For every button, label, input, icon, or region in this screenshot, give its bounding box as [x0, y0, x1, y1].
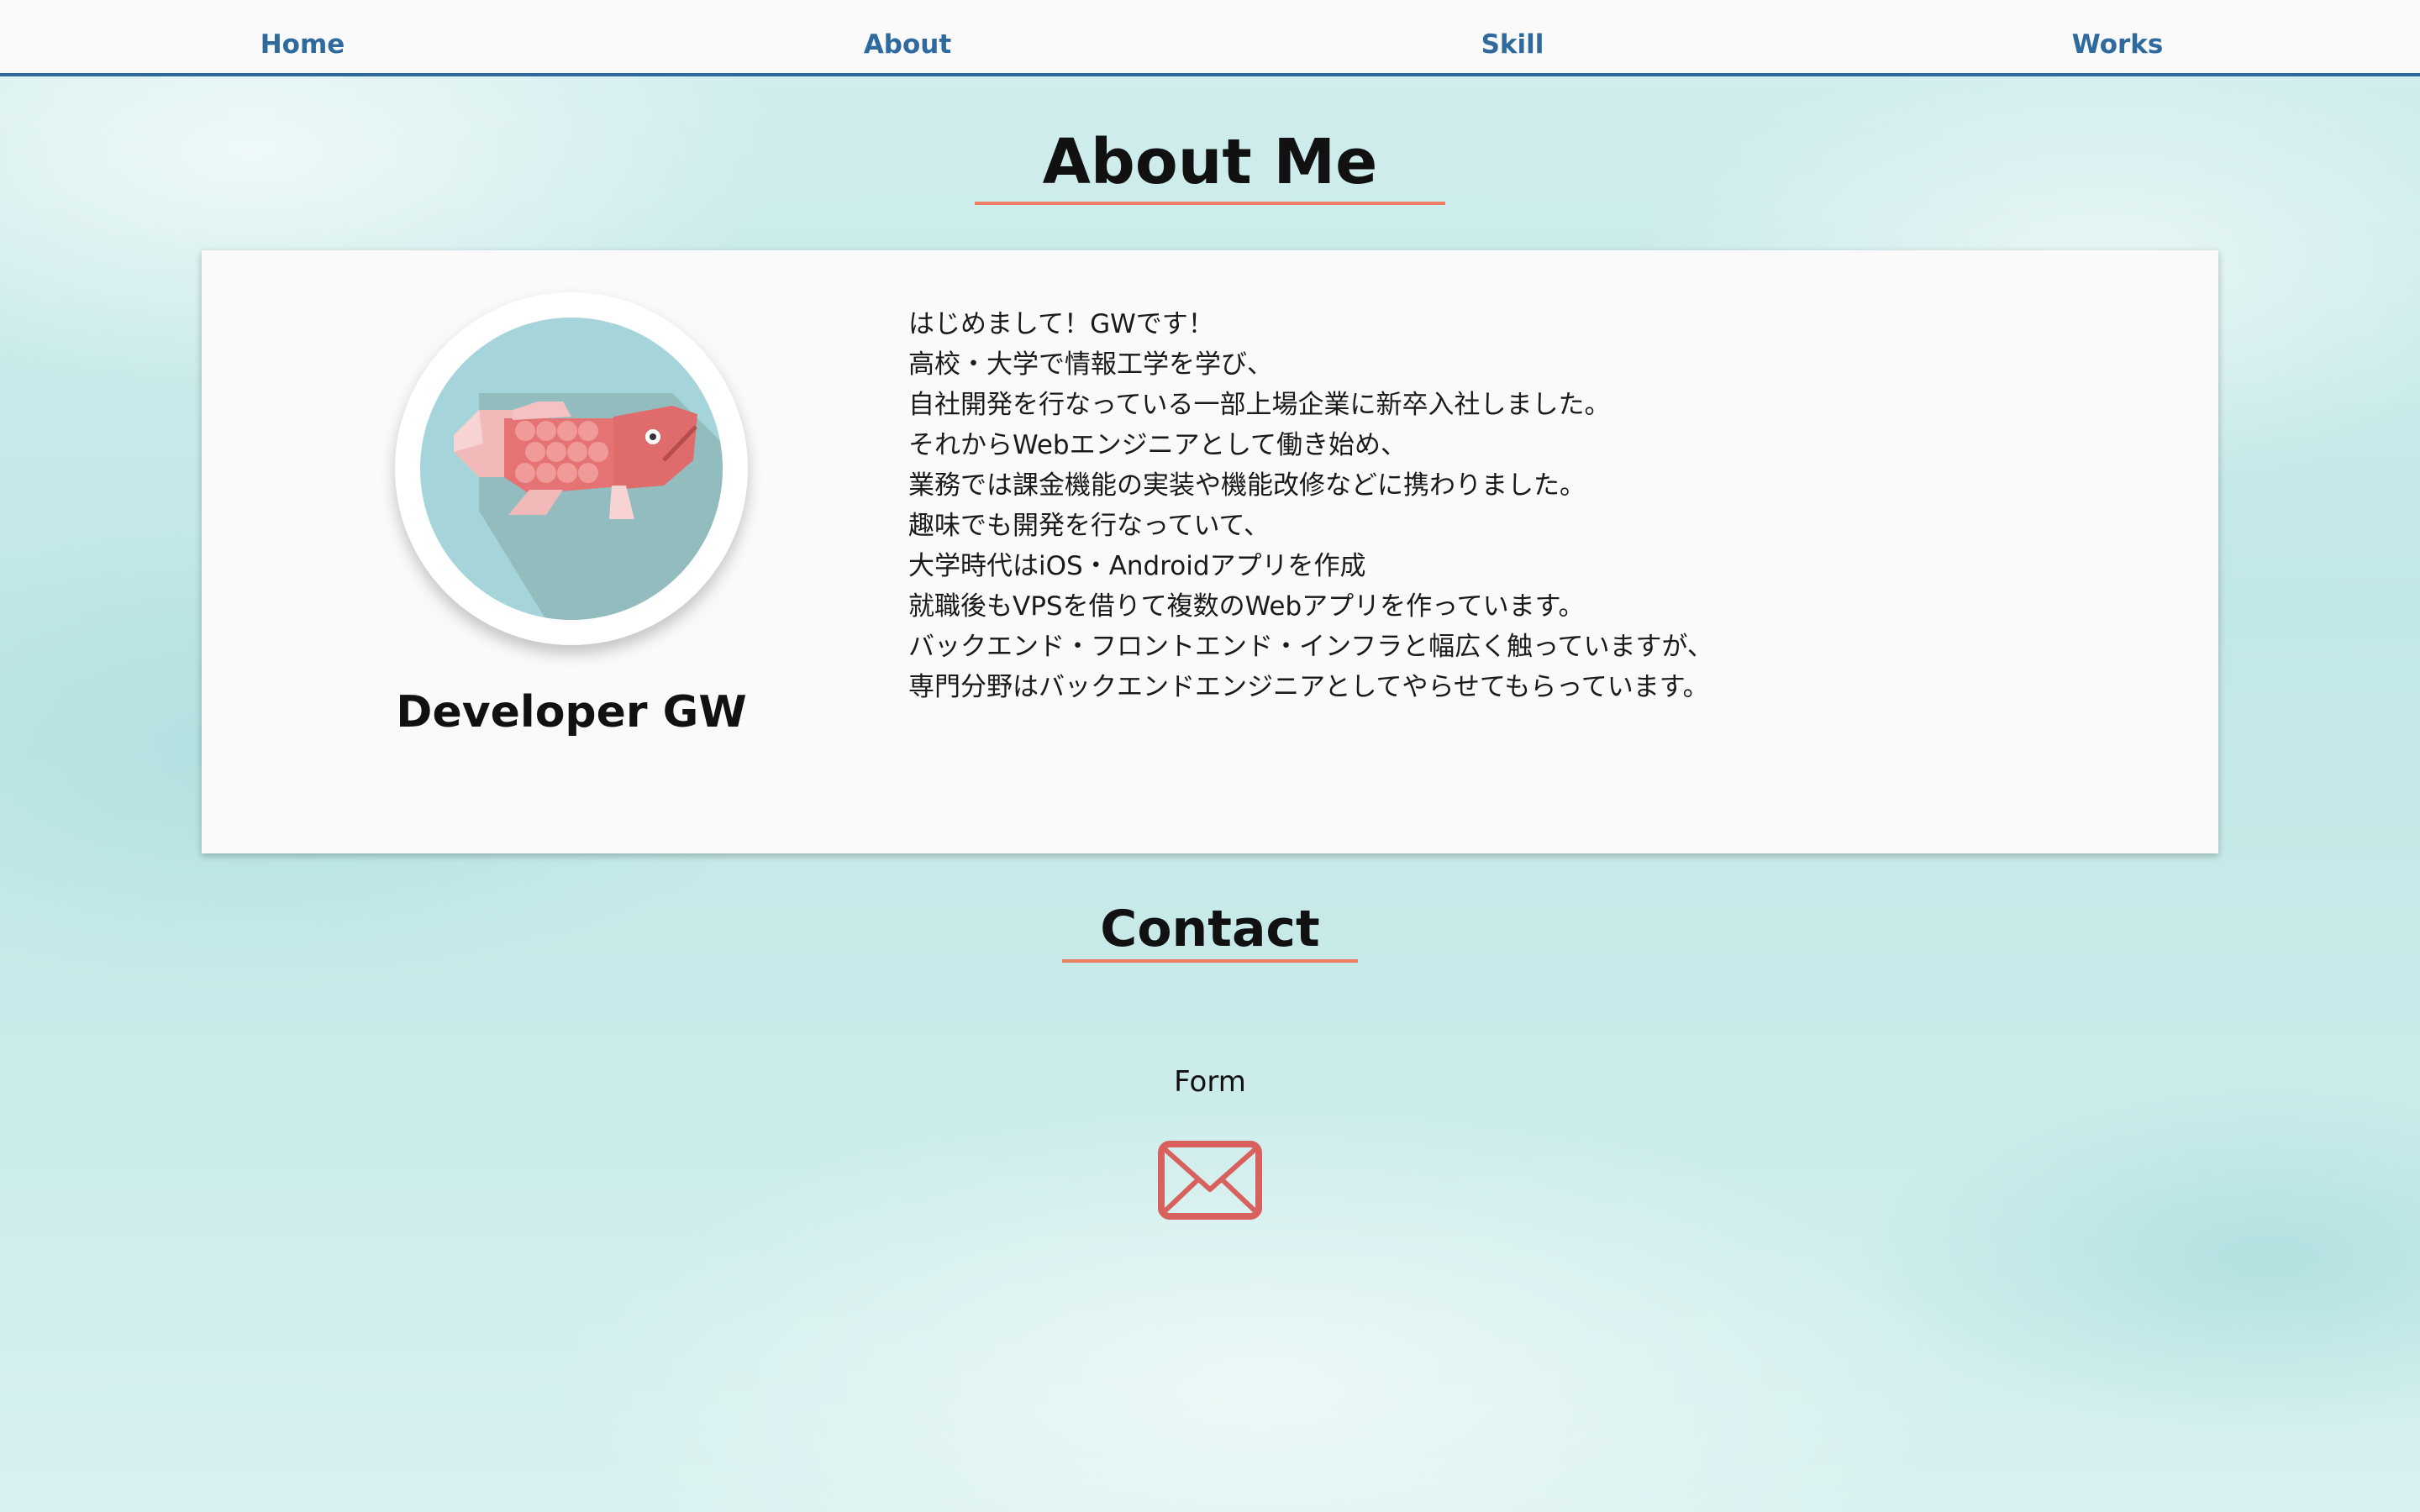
bio-line: バックエンド・フロントエンド・インフラと幅広く触っていますが、 [908, 632, 1713, 662]
bio-line: 専門分野はバックエンドエンジニアとしてやらせてもらっています。 [908, 672, 1709, 702]
bio-text: はじめまして！GWです！ 高校・大学で情報工学を学び、 自社開発を行なっている一… [908, 304, 2085, 707]
bio-line: 大学時代はiOS・Androidアプリを作成 [908, 551, 1366, 581]
avatar [395, 292, 748, 645]
nav-home-link[interactable]: Home [0, 0, 605, 76]
bio-line: 就職後もVPSを借りて複数のWebアプリを作っています。 [908, 591, 1585, 622]
mail-icon[interactable] [1158, 1141, 1262, 1220]
developer-name: Developer GW [396, 687, 747, 738]
koi-fish-icon [420, 318, 723, 620]
nav-about-link[interactable]: About [605, 0, 1210, 76]
about-card: Developer GW はじめまして！GWです！ 高校・大学で情報工学を学び、… [202, 250, 2218, 853]
nav-works-link[interactable]: Works [1815, 0, 2420, 76]
bio-line: それからWebエンジニアとして働き始め、 [908, 430, 1407, 460]
bio-line: はじめまして！GWです！ [908, 309, 1214, 339]
contact-heading: Contact [1062, 894, 1358, 963]
bio-line: 高校・大学で情報工学を学び、 [908, 349, 1273, 380]
bio-line: 趣味でも開発を行なっていて、 [908, 511, 1270, 541]
bio-line: 業務では課金機能の実装や機能改修などに携わりました。 [908, 470, 1586, 501]
nav-skill-link[interactable]: Skill [1210, 0, 1815, 76]
contact-form-link[interactable]: Form [1126, 1065, 1294, 1099]
about-heading: About Me [975, 119, 1445, 205]
top-nav: Home About Skill Works [0, 0, 2420, 76]
bio-line: 自社開発を行なっている一部上場企業に新卒入社しました。 [908, 390, 1611, 420]
